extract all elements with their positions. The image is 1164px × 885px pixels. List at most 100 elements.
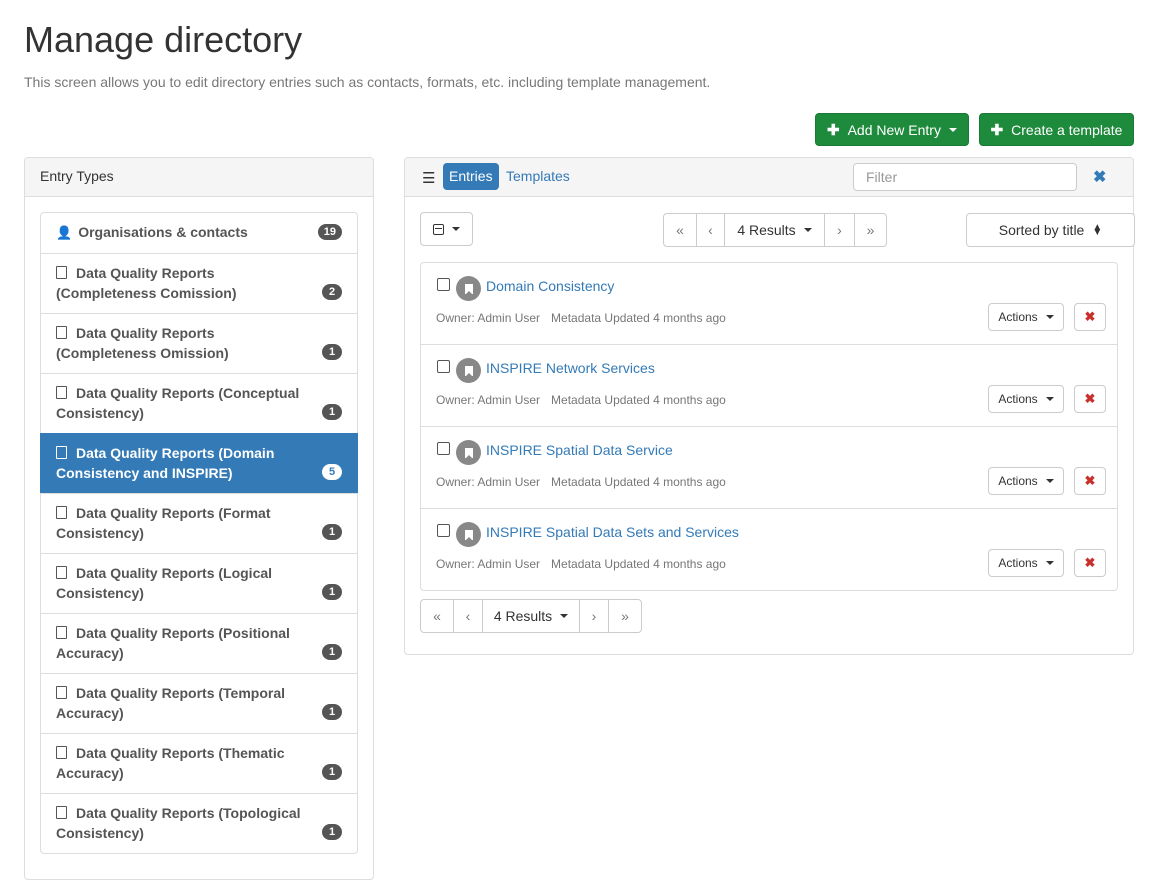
first-page-button[interactable]: «: [663, 213, 697, 247]
entry-owner: Owner: Admin User: [436, 393, 541, 407]
sort-button[interactable]: Sorted by title ▲ ▼: [966, 213, 1135, 247]
list-item: INSPIRE Spatial Data Sets and Services O…: [421, 508, 1117, 590]
tab-entries[interactable]: Entries: [443, 163, 499, 190]
entry-checkbox[interactable]: [437, 524, 450, 537]
delete-icon: ✖: [1084, 555, 1096, 570]
count-badge: 1: [322, 644, 342, 660]
entry-type-logical-consistency[interactable]: Data Quality Reports (Logical Consistenc…: [40, 553, 358, 614]
entry-title-link[interactable]: INSPIRE Network Services: [486, 360, 655, 376]
count-badge: 1: [322, 404, 342, 420]
entry-type-label: Data Quality Reports (Domain Consistency…: [56, 445, 275, 481]
entry-type-temporal-accuracy[interactable]: Data Quality Reports (Temporal Accuracy)…: [40, 673, 358, 734]
entry-updated: Metadata Updated 4 months ago: [551, 311, 726, 325]
entry-meta: Owner: Admin User Metadata Updated 4 mont…: [436, 311, 726, 325]
pager-top: « ‹ 4 Results › »: [663, 213, 887, 247]
sort-icon: ▲ ▼: [1092, 222, 1103, 238]
file-icon: [56, 386, 67, 399]
page-title: Manage directory: [24, 19, 303, 60]
last-page-button[interactable]: »: [608, 599, 642, 633]
delete-button[interactable]: ✖: [1074, 467, 1106, 495]
filter-input[interactable]: [853, 163, 1077, 191]
entry-checkbox[interactable]: [437, 360, 450, 373]
entry-title-link[interactable]: INSPIRE Spatial Data Service: [486, 442, 673, 458]
sort-label: Sorted by title: [998, 222, 1085, 238]
count-badge: 1: [322, 584, 342, 600]
entry-type-format-consistency[interactable]: Data Quality Reports (Format Consistency…: [40, 493, 358, 554]
entry-type-thematic-accuracy[interactable]: Data Quality Reports (Thematic Accuracy)…: [40, 733, 358, 794]
actions-button[interactable]: Actions: [988, 549, 1064, 577]
file-icon: [56, 626, 67, 639]
add-new-entry-button[interactable]: ✚ Add New Entry: [815, 113, 969, 146]
entry-updated: Metadata Updated 4 months ago: [551, 557, 726, 571]
entry-type-topological-consistency[interactable]: Data Quality Reports (Topological Consis…: [40, 793, 358, 854]
file-icon: [56, 806, 67, 819]
entry-owner: Owner: Admin User: [436, 557, 541, 571]
entry-type-list: 👤 Organisations & contacts 19 Data Qualit…: [40, 212, 358, 854]
entry-type-label: Data Quality Reports (Positional Accurac…: [56, 625, 290, 661]
entries-panel: ☰ Entries Templates ✖ « ‹ 4 Results › » …: [404, 157, 1135, 655]
create-template-label: Create a template: [1011, 121, 1123, 138]
entry-types-heading: Entry Types: [25, 158, 373, 197]
caret-down-icon: [803, 228, 812, 232]
file-icon: [56, 506, 67, 519]
entry-type-positional-accuracy[interactable]: Data Quality Reports (Positional Accurac…: [40, 613, 358, 674]
caret-down-icon: [560, 614, 569, 618]
actions-label: Actions: [998, 310, 1038, 324]
delete-button[interactable]: ✖: [1074, 303, 1106, 331]
entry-meta: Owner: Admin User Metadata Updated 4 mont…: [436, 557, 726, 571]
entry-type-completeness-comission[interactable]: Data Quality Reports (Completeness Comis…: [40, 253, 358, 314]
prev-page-button[interactable]: ‹: [453, 599, 483, 633]
entry-type-label: Data Quality Reports (Conceptual Consist…: [56, 385, 300, 421]
actions-button[interactable]: Actions: [988, 303, 1064, 331]
next-page-button[interactable]: ›: [579, 599, 609, 633]
entry-owner: Owner: Admin User: [436, 475, 541, 489]
last-page-button[interactable]: »: [854, 213, 887, 247]
list-icon: ☰: [422, 170, 436, 187]
delete-button[interactable]: ✖: [1074, 549, 1106, 577]
entry-type-label: Data Quality Reports (Temporal Accuracy): [56, 685, 286, 721]
entry-checkbox[interactable]: [437, 442, 450, 455]
count-badge: 1: [322, 824, 342, 840]
bookmark-icon: [456, 358, 481, 383]
entry-type-completeness-omission[interactable]: Data Quality Reports (Completeness Omiss…: [40, 313, 358, 374]
add-new-entry-label: Add New Entry: [847, 121, 941, 138]
entry-title-link[interactable]: Domain Consistency: [486, 278, 614, 294]
first-page-button[interactable]: «: [420, 599, 454, 633]
count-badge: 2: [322, 284, 342, 300]
file-icon: [56, 326, 67, 339]
actions-button[interactable]: Actions: [988, 385, 1064, 413]
delete-button[interactable]: ✖: [1074, 385, 1106, 413]
prev-page-button[interactable]: ‹: [696, 213, 725, 247]
actions-button[interactable]: Actions: [988, 467, 1064, 495]
caret-down-icon: [452, 227, 460, 231]
next-page-button[interactable]: ›: [824, 213, 855, 247]
caret-down-icon: [948, 127, 957, 132]
entry-list: Domain Consistency Owner: Admin User Meta…: [420, 262, 1118, 591]
plus-icon: ✚: [827, 121, 840, 139]
entry-type-domain-consistency[interactable]: Data Quality Reports (Domain Consistency…: [40, 433, 358, 494]
count-badge: 5: [322, 464, 342, 480]
file-icon: [56, 686, 67, 699]
entry-checkbox[interactable]: [437, 278, 450, 291]
plus-icon: ✚: [990, 121, 1004, 139]
entries-panel-heading: ☰ Entries Templates ✖: [405, 158, 1133, 197]
entry-type-conceptual-consistency[interactable]: Data Quality Reports (Conceptual Consist…: [40, 373, 358, 434]
entry-title-link[interactable]: INSPIRE Spatial Data Sets and Services: [486, 524, 739, 540]
count-badge: 1: [322, 764, 342, 780]
create-template-button[interactable]: ✚ Create a template: [979, 113, 1134, 146]
select-all-dropdown[interactable]: [420, 212, 473, 246]
count-badge: 1: [322, 344, 342, 360]
actions-label: Actions: [998, 392, 1038, 406]
results-dropdown[interactable]: 4 Results: [482, 599, 580, 633]
entry-type-label: Data Quality Reports (Logical Consistenc…: [56, 565, 273, 601]
count-badge: 1: [322, 524, 342, 540]
user-icon: 👤: [56, 225, 73, 240]
results-count-label: 4 Results: [493, 608, 553, 624]
entry-type-organisations[interactable]: 👤 Organisations & contacts 19: [40, 212, 358, 254]
clear-filter-icon[interactable]: ✖: [1093, 167, 1106, 187]
results-dropdown[interactable]: 4 Results: [724, 213, 825, 247]
tab-templates[interactable]: Templates: [506, 163, 570, 190]
minus-square-icon: [433, 223, 444, 235]
bookmark-icon: [456, 522, 481, 547]
delete-icon: ✖: [1084, 309, 1096, 324]
